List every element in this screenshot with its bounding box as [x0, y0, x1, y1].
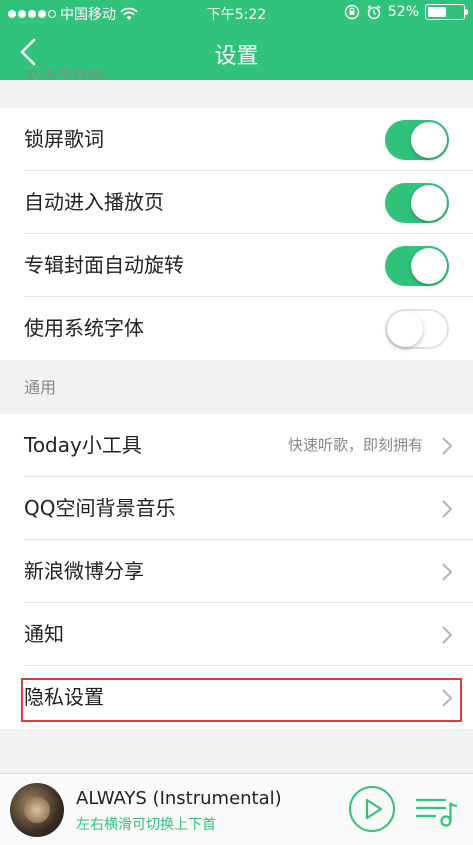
play-button[interactable]: [349, 786, 395, 832]
row-label: 隐私设置: [24, 685, 104, 709]
swipe-hint: 左右横滑可切换上下首: [76, 817, 216, 833]
rotation-lock-icon: [344, 4, 360, 20]
chevron-right-icon: [442, 626, 453, 644]
row-label: 通知: [24, 622, 64, 646]
row-label: 自动进入播放页: [24, 190, 164, 214]
page-title: 设置: [214, 44, 259, 69]
battery-percent: 52%: [387, 4, 419, 20]
status-right: 52%: [344, 4, 468, 20]
album-cover-center: [24, 797, 50, 823]
row-today-widget[interactable]: Today小工具 快速听歌，即刻拥有: [0, 414, 473, 477]
row-label: QQ空间背景音乐: [24, 496, 176, 520]
chevron-right-icon: [442, 689, 453, 707]
chevron-right-icon: [442, 563, 453, 581]
album-cover[interactable]: [10, 783, 64, 837]
chevron-right-icon: [442, 437, 453, 455]
toggle-album-rotate[interactable]: [385, 246, 449, 286]
playlist-icon[interactable]: [415, 794, 457, 828]
row-system-font: 使用系统字体: [0, 297, 473, 360]
mini-player[interactable]: ALWAYS (Instrumental) 左右横滑可切换上下首: [0, 773, 473, 845]
chevron-right-icon: [442, 500, 453, 518]
row-label: 使用系统字体: [24, 316, 144, 340]
toggle-knob: [411, 122, 447, 158]
toggle-lockscreen-lyrics[interactable]: [385, 120, 449, 160]
battery-icon: [425, 4, 468, 20]
row-weibo-share[interactable]: 新浪微博分享: [0, 540, 473, 603]
row-qzone-bgm[interactable]: QQ空间背景音乐: [0, 477, 473, 540]
row-auto-enter-player: 自动进入播放页: [0, 171, 473, 234]
song-title: ALWAYS (Instrumental): [76, 788, 282, 809]
toggle-system-font[interactable]: [385, 309, 449, 349]
row-album-rotate: 专辑封面自动旋转: [0, 234, 473, 297]
toggle-knob: [411, 185, 447, 221]
row-lockscreen-lyrics: 锁屏歌词: [0, 108, 473, 171]
row-label: Today小工具: [24, 433, 142, 457]
battery-fill: [428, 7, 446, 17]
row-notifications[interactable]: 通知: [0, 603, 473, 666]
section-header-lyrics-label: 歌词与界面: [24, 70, 105, 81]
status-bar: 中国移动 下午5:22 52%: [0, 0, 473, 24]
section-header-lyrics: 歌词与界面: [0, 70, 473, 94]
section-header-general: 通用: [0, 362, 473, 414]
row-label: 专辑封面自动旋转: [24, 253, 184, 277]
row-subtitle: 快速听歌，即刻拥有: [287, 436, 423, 454]
alarm-icon: [367, 5, 381, 20]
toggle-knob: [411, 248, 447, 284]
row-privacy-settings[interactable]: 隐私设置: [0, 666, 473, 729]
row-label: 锁屏歌词: [24, 127, 104, 151]
row-label: 新浪微博分享: [24, 559, 144, 583]
toggle-knob: [387, 311, 423, 347]
toggle-auto-enter-player[interactable]: [385, 183, 449, 223]
section-header-general-label: 通用: [24, 378, 57, 397]
play-icon: [365, 798, 383, 820]
